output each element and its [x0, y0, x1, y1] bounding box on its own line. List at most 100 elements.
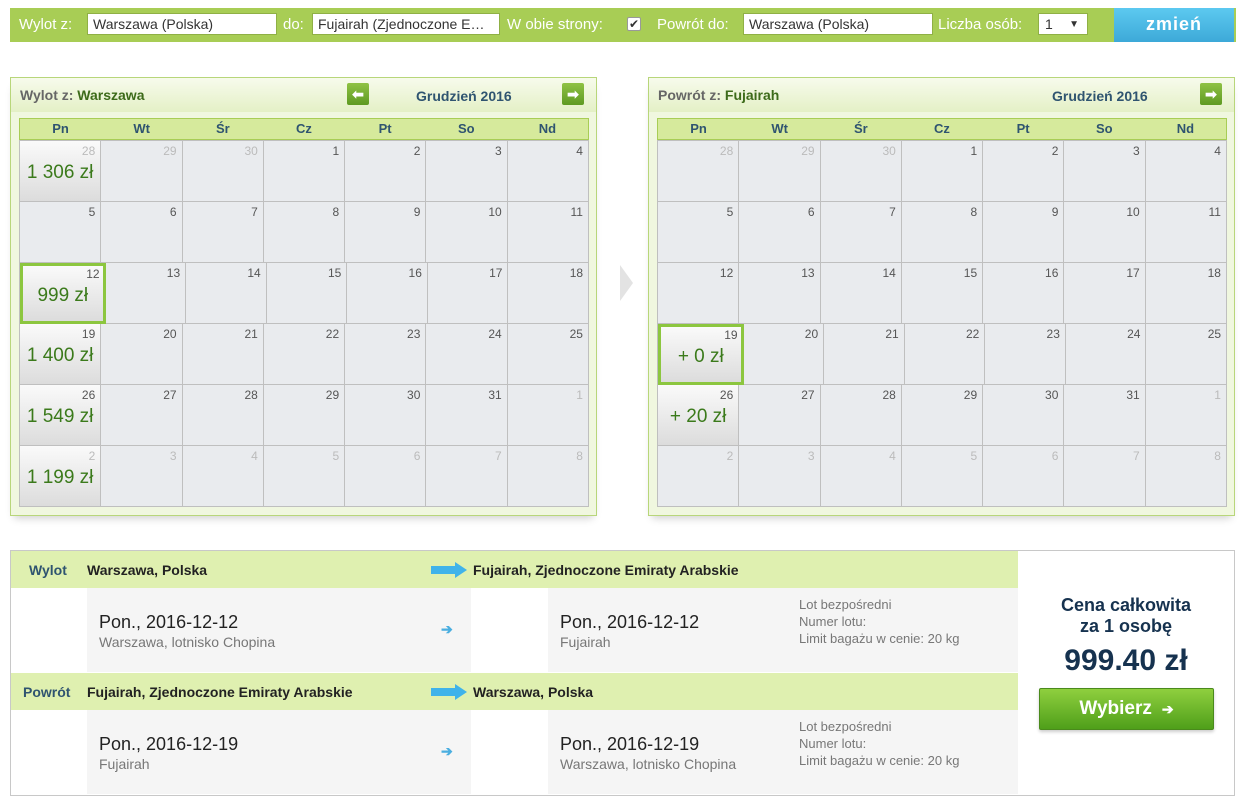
roundtrip-checkbox[interactable]: ✔ — [627, 17, 641, 31]
from-label: Wylot z: — [19, 16, 73, 33]
weekday-header: Pn Wt Śr Cz Pt So Nd — [657, 118, 1227, 140]
day-number: 27 — [801, 388, 815, 402]
outbound-from-city: Warszawa, Polska — [87, 562, 208, 578]
day-number: 28 — [244, 388, 258, 402]
day-number: 26 — [81, 388, 96, 402]
select-button[interactable]: Wybierz ➔ — [1039, 688, 1214, 730]
calendar-day: 11 — [1145, 202, 1227, 263]
day-number: 5 — [726, 205, 734, 219]
day-number: 12 — [719, 266, 734, 280]
day-number: 7 — [889, 205, 896, 219]
day-number: 13 — [801, 266, 815, 280]
calendar-title-prefix: Wylot z: — [20, 87, 74, 103]
return-to-city: Warszawa, Polska — [473, 684, 594, 700]
day-number: 8 — [576, 449, 583, 463]
day-number: 21 — [885, 327, 899, 341]
day-price: 1 549 zł — [26, 406, 94, 427]
calendar-week: 26 1 549 zł 27 28 29 30 31 1 — [20, 385, 589, 446]
roundtrip-label: W obie strony: — [507, 16, 603, 33]
calendar-day: 5 — [901, 446, 984, 507]
calendar-day: 24 — [426, 324, 508, 385]
calendar-day: 6 — [345, 446, 427, 507]
day-number: 19 — [81, 327, 96, 341]
calendar-weeks: 28 29 30 1 2 3 4 5 6 7 8 9 10 11 12 13 14 15 16 17 18 19 + 0 z… — [657, 140, 1228, 507]
calendar-day: 2 — [658, 446, 740, 507]
calendar-day-selected[interactable]: 19 + 0 zł — [658, 324, 744, 385]
price-box: Cena całkowita za 1 osobę 999.40 zł Wybi… — [1018, 551, 1234, 795]
calendar-day: 23 — [985, 324, 1066, 385]
day-number: 23 — [407, 327, 421, 341]
calendar-day: 9 — [983, 202, 1065, 263]
departure-date: Pon., 2016-12-12 — [99, 612, 239, 632]
day-number: 12 — [86, 267, 100, 281]
calendar-day[interactable]: 2 1 199 zł — [20, 446, 102, 507]
calendar-day: 25 — [1146, 324, 1228, 385]
flight-number: Numer lotu: — [799, 736, 867, 751]
weekday-label: Nd — [538, 121, 557, 136]
persons-label: Liczba osób: — [938, 16, 1023, 33]
day-number: 17 — [1126, 266, 1140, 280]
calendar-week: 12 999 zł 13 14 15 16 17 18 — [20, 263, 590, 324]
day-number: 22 — [325, 327, 340, 341]
calendar-day: 8 — [1145, 446, 1227, 507]
calendar-day: 2 — [983, 141, 1065, 202]
day-number: 4 — [576, 144, 583, 158]
weekday-label: Cz — [296, 121, 312, 136]
calendar-day[interactable]: 26 + 20 zł — [658, 385, 740, 446]
calendar-day-selected[interactable]: 12 999 zł — [20, 263, 106, 324]
day-number: 31 — [488, 388, 502, 402]
total-price-label: Cena całkowita za 1 osobę — [1018, 595, 1234, 637]
calendar-day: 31 — [1064, 385, 1146, 446]
day-number: 30 — [244, 144, 258, 158]
prev-month-button[interactable]: ⬅ — [347, 83, 369, 105]
day-number: 20 — [163, 327, 177, 341]
arrow-right-icon — [431, 684, 467, 700]
calendar-day: 7 — [182, 202, 264, 263]
day-number: 16 — [408, 266, 422, 280]
weekday-label: Wt — [771, 121, 789, 136]
calendar-day[interactable]: 28 1 306 zł — [20, 141, 102, 202]
calendar-week: 26 + 20 zł 27 28 29 30 31 1 — [658, 385, 1227, 446]
calendar-day: 9 — [345, 202, 427, 263]
search-bar: Wylot z: Warszawa (Polska) do: Fujairah … — [10, 8, 1236, 42]
baggage-limit: Limit bagażu w cenie: 20 kg — [799, 753, 960, 768]
calendar-day: 7 — [426, 446, 508, 507]
departure-airport: Fujairah — [99, 756, 150, 772]
calendar-day[interactable]: 26 1 549 zł — [20, 385, 102, 446]
calendar-day: 21 — [182, 324, 264, 385]
day-number: 28 — [81, 144, 96, 158]
calendar-day: 30 — [182, 141, 264, 202]
next-month-button[interactable]: ➡ — [562, 83, 584, 105]
calendar-day: 29 — [739, 141, 821, 202]
persons-select[interactable]: 1 ▼ — [1038, 13, 1088, 35]
calendar-day: 3 — [101, 446, 183, 507]
calendar-week: 19 + 0 zł 20 21 22 23 24 25 — [658, 324, 1228, 385]
outbound-leg-details: Pon., 2016-12-12 Warszawa, lotnisko Chop… — [11, 588, 1018, 672]
calendar-day: 17 — [1064, 263, 1146, 324]
outbound-leg-header: Wylot Warszawa, Polska Fujairah, Zjednoc… — [11, 551, 1018, 588]
arrow-right-icon: ➔ — [441, 621, 453, 637]
day-number: 30 — [882, 144, 896, 158]
day-number: 24 — [488, 327, 502, 341]
calendar-day: 6 — [739, 202, 821, 263]
arrow-right-icon: ➡ — [1205, 86, 1217, 102]
to-input[interactable]: Fujairah (Zjednoczone Em… — [312, 13, 500, 35]
calendar-day: 17 — [427, 263, 509, 324]
calendar-day: 14 — [820, 263, 902, 324]
day-number: 29 — [801, 144, 815, 158]
calendar-separator-arrow-icon — [620, 265, 633, 301]
change-button[interactable]: zmień — [1114, 8, 1234, 42]
return-from-city: Fujairah, Zjednoczone Emiraty Arabskie — [87, 684, 353, 700]
return-input[interactable]: Warszawa (Polska) — [743, 13, 933, 35]
calendar-day[interactable]: 19 1 400 zł — [20, 324, 102, 385]
calendar-header: Powrót z: Fujairah Grudzień 2016 ➡ — [649, 78, 1234, 112]
next-month-button[interactable]: ➡ — [1200, 83, 1222, 105]
day-number: 5 — [332, 449, 340, 463]
from-input[interactable]: Warszawa (Polska) — [87, 13, 277, 35]
day-number: 25 — [1207, 327, 1222, 341]
weekday-label: Cz — [934, 121, 950, 136]
calendar-day: 16 — [347, 263, 428, 324]
day-number: 11 — [1208, 205, 1221, 219]
flight-type: Lot bezpośredni — [799, 597, 892, 612]
day-number: 27 — [163, 388, 177, 402]
